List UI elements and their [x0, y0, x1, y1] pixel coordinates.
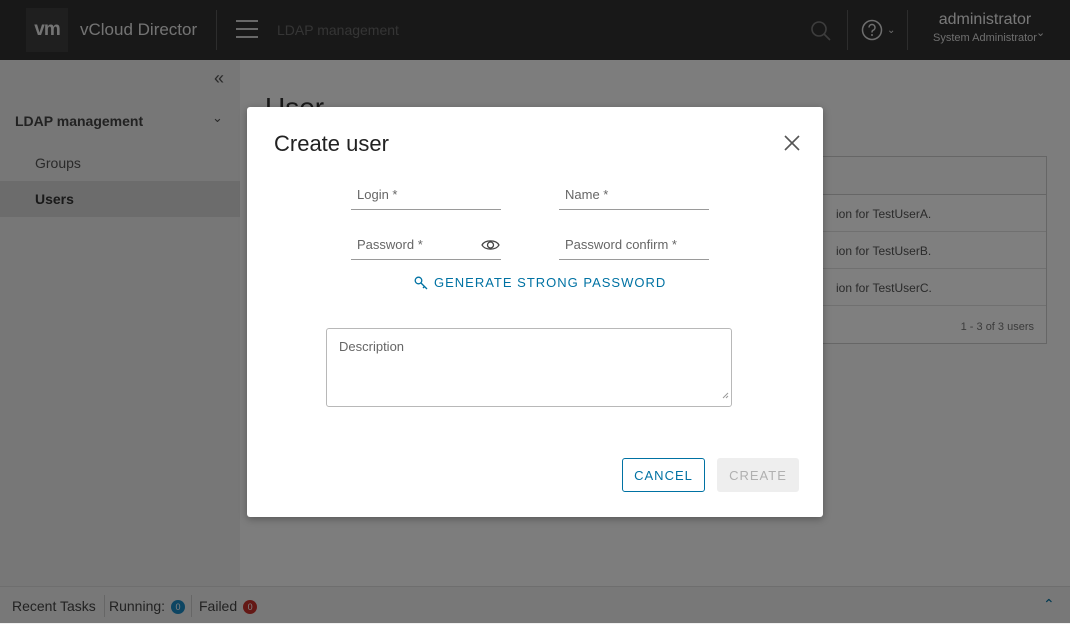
create-user-dialog: Create user GENERATE STRONG PASSWORD CAN…: [247, 107, 823, 517]
name-input[interactable]: [559, 183, 685, 205]
resize-grip-icon[interactable]: [722, 386, 729, 404]
eye-icon[interactable]: [481, 238, 500, 257]
password-confirm-input[interactable]: [559, 233, 685, 255]
name-field: [559, 183, 709, 210]
dialog-title: Create user: [274, 131, 389, 156]
generate-password-label: GENERATE STRONG PASSWORD: [434, 275, 667, 290]
create-button[interactable]: CREATE: [717, 458, 799, 492]
description-box: [326, 328, 732, 407]
generate-password-link[interactable]: GENERATE STRONG PASSWORD: [414, 275, 666, 290]
login-field: [351, 183, 501, 210]
password-field: [351, 233, 501, 260]
password-confirm-field: [559, 233, 709, 260]
password-input[interactable]: [351, 233, 477, 255]
description-textarea[interactable]: [339, 339, 719, 399]
key-icon: [414, 276, 428, 289]
login-input[interactable]: [351, 183, 477, 205]
cancel-button[interactable]: CANCEL: [622, 458, 705, 492]
close-icon[interactable]: [783, 134, 801, 152]
